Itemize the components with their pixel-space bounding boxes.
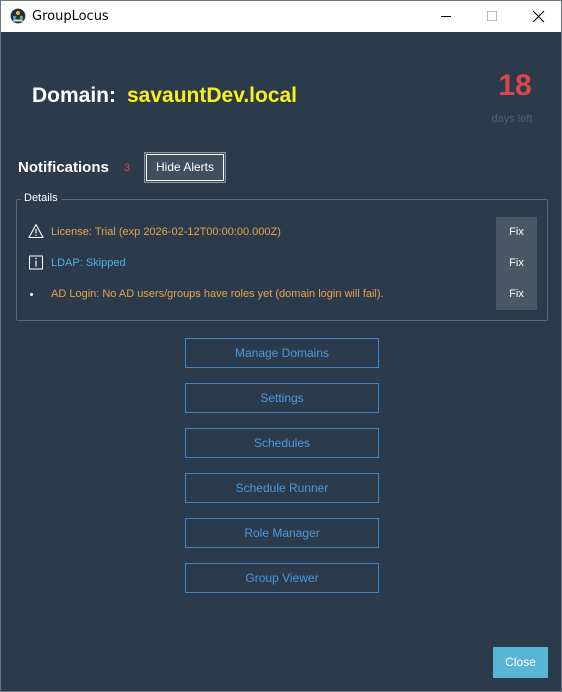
schedules-button[interactable]: Schedules (185, 428, 379, 458)
alert-text: AD Login: No AD users/groups have roles … (51, 288, 384, 300)
fix-ldap-button[interactable]: Fix (496, 248, 537, 279)
role-manager-button[interactable]: Role Manager (185, 518, 379, 548)
bullet-icon (30, 293, 33, 296)
fix-license-button[interactable]: Fix (496, 217, 537, 248)
notifications-count: 3 (124, 162, 131, 174)
days-left-count: 18 (498, 69, 532, 102)
close-button[interactable]: Close (493, 647, 548, 678)
details-legend: Details (21, 192, 61, 204)
app-logo-icon (10, 8, 26, 24)
alert-text: License: Trial (exp 2026-02-12T00:00:00.… (51, 226, 281, 238)
manage-domains-button[interactable]: Manage Domains (185, 338, 379, 368)
maximize-icon (487, 11, 497, 21)
alert-text: LDAP: Skipped (51, 257, 126, 269)
title-bar[interactable]: GroupLocus (1, 1, 561, 32)
minimize-icon (441, 16, 451, 17)
info-icon (28, 254, 44, 272)
group-viewer-button[interactable]: Group Viewer (185, 563, 379, 593)
minimize-button[interactable] (423, 1, 469, 32)
close-icon (532, 10, 545, 23)
main-window: GroupLocus Domain: savauntDev.local 18 d… (0, 0, 562, 692)
close-window-button[interactable] (515, 1, 561, 32)
maximize-button[interactable] (469, 1, 515, 32)
schedule-runner-button[interactable]: Schedule Runner (185, 473, 379, 503)
settings-button[interactable]: Settings (185, 383, 379, 413)
fix-ad-login-button[interactable]: Fix (496, 279, 537, 310)
fix-buttons-panel: Fix Fix Fix (496, 217, 537, 310)
hide-alerts-button[interactable]: Hide Alerts (144, 152, 226, 183)
notifications-title: Notifications (18, 159, 109, 176)
days-left-label: days left (491, 113, 533, 125)
warning-icon (28, 223, 44, 241)
domain-value: savauntDev.local (127, 84, 298, 107)
window-title: GroupLocus (32, 9, 109, 24)
domain-label: Domain: (32, 84, 116, 107)
